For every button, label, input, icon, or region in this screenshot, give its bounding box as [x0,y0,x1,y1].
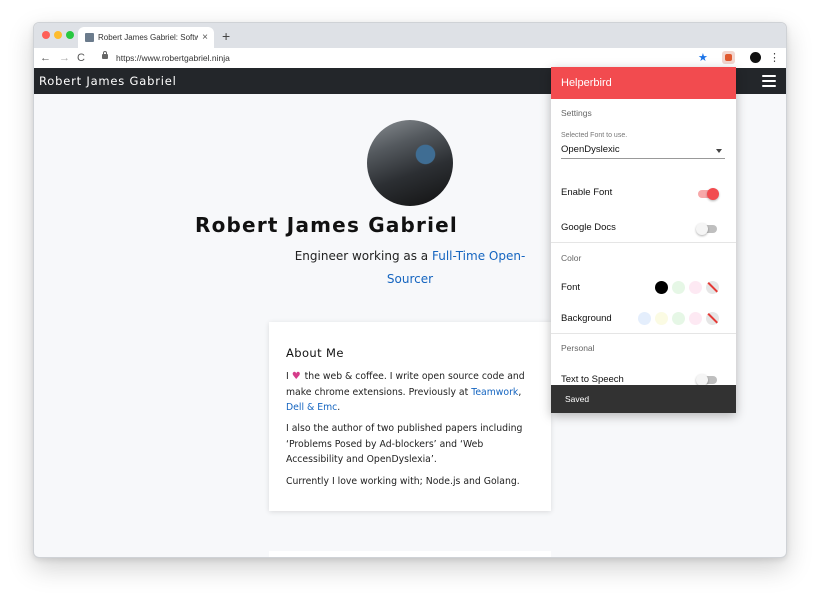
reload-button[interactable]: C [77,50,85,66]
about-paragraph-3: Currently I love working with; Node.js a… [286,476,520,487]
font-color-label: Font [561,282,581,293]
tab-title: Robert James Gabriel: Software [98,33,198,42]
minimize-window-button[interactable] [54,31,62,39]
tagline-text: Engineer working as a [294,249,432,263]
toggle-knob [696,223,708,235]
lock-icon [102,51,108,59]
tab-close-icon[interactable]: × [202,27,208,48]
favicon-icon [85,33,94,42]
helperbird-extension-icon[interactable] [722,51,735,64]
settings-section-label: Settings [561,108,592,118]
enable-font-label: Enable Font [561,187,613,198]
about-heading: About Me [286,346,344,360]
background-color-label: Background [561,313,612,324]
font-select-value: OpenDyslexic [561,144,620,155]
back-button[interactable]: ← [40,50,51,66]
font-color-swatch[interactable] [655,281,668,294]
page-title: Robert James Gabriel [195,213,458,237]
font-color-swatch[interactable] [689,281,702,294]
font-color-swatch[interactable] [672,281,685,294]
heart-icon: ♥ [291,371,301,382]
background-color-none-swatch[interactable] [706,312,719,325]
forward-button[interactable]: → [59,50,70,66]
address-bar[interactable]: https://www.robertgabriel.ninja [116,48,230,68]
divider [551,333,736,334]
background-color-swatch[interactable] [655,312,668,325]
google-docs-toggle[interactable] [696,223,717,235]
browser-window: Robert James Gabriel: Software × + ← → C… [33,22,787,558]
teamwork-link[interactable]: Teamwork [471,387,518,398]
about-period: . [337,402,341,413]
tts-toggle[interactable] [696,374,717,386]
font-color-none-swatch[interactable] [706,281,719,294]
font-select[interactable]: OpenDyslexic [561,144,725,159]
background-color-swatch[interactable] [638,312,651,325]
next-card-edge [269,551,551,557]
browser-toolbar: ← → C https://www.robertgabriel.ninja ★ … [34,48,786,69]
bookmark-star-icon[interactable]: ★ [698,49,708,67]
browser-tab[interactable]: Robert James Gabriel: Software × [78,27,214,48]
dell-link[interactable]: Dell & Emc [286,402,337,413]
color-section-label: Color [561,253,582,263]
helperbird-popup: Helperbird Settings Selected Font to use… [551,67,736,413]
about-paragraph-2: I also the author of two published paper… [286,423,523,465]
personal-section-label: Personal [561,343,595,353]
about-card: About Me I ♥ the web & coffee. I write o… [269,322,551,511]
browser-menu-icon[interactable]: ⋮ [769,48,780,68]
toggle-knob [707,188,719,200]
tab-strip: Robert James Gabriel: Software × + [34,23,786,48]
popup-title: Helperbird [561,77,612,89]
popup-header: Helperbird [551,67,736,99]
maximize-window-button[interactable] [66,31,74,39]
about-comma: , [518,386,522,398]
background-color-swatch[interactable] [672,312,685,325]
profile-avatar-icon[interactable] [750,52,761,63]
tts-label: Text to Speech [561,374,624,385]
new-tab-button[interactable]: + [222,27,230,45]
snackbar: Saved [551,385,736,413]
tagline: Engineer working as a Full-Time Open-Sou… [284,245,536,291]
enable-font-toggle[interactable] [698,188,719,200]
snackbar-text: Saved [565,394,590,404]
profile-photo [367,120,453,206]
chevron-down-icon [716,149,722,153]
hamburger-menu-icon[interactable] [762,75,776,87]
google-docs-label: Google Docs [561,222,616,233]
close-window-button[interactable] [42,31,50,39]
background-color-swatch[interactable] [689,312,702,325]
site-brand[interactable]: Robert James Gabriel [39,68,177,94]
font-select-label: Selected Font to use. [561,132,628,139]
divider [551,242,736,243]
about-paragraph-1: I ♥ the web & coffee. I write open sourc… [286,369,541,416]
